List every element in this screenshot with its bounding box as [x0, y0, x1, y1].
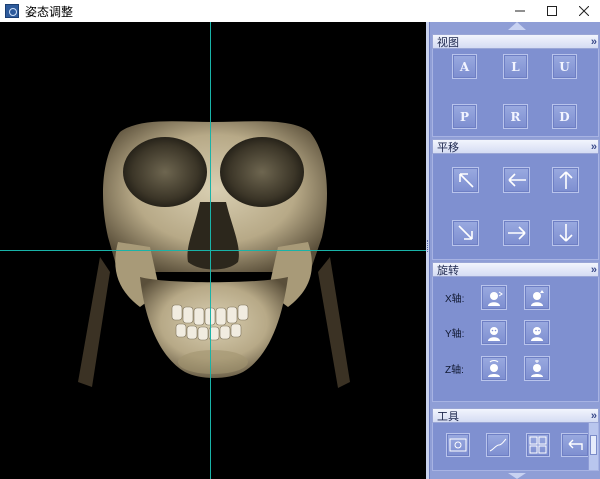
section-header-view[interactable]: 视图 »	[432, 34, 599, 49]
arrow-down-icon	[558, 224, 573, 242]
arrow-right-icon	[507, 226, 526, 240]
view-button-a[interactable]: A	[452, 54, 477, 79]
view-button-r[interactable]: R	[503, 104, 528, 129]
panel-collapse-top-icon[interactable]	[508, 22, 526, 30]
section-header-pan[interactable]: 平移 »	[432, 139, 599, 154]
chevron-double-right-icon[interactable]: »	[591, 264, 597, 276]
view-button-p[interactable]: P	[452, 104, 477, 129]
section-header-tools[interactable]: 工具 »	[432, 408, 599, 423]
title-bar: 姿态调整	[0, 0, 600, 22]
rotate-x-plus-button[interactable]	[524, 285, 550, 310]
view-button-l[interactable]: L	[503, 54, 528, 79]
section-title-rotate: 旋转	[437, 264, 459, 277]
head-rotate-y-minus-icon	[488, 326, 500, 341]
x-axis-label: X轴:	[445, 294, 465, 305]
tool-layout-button[interactable]	[526, 433, 550, 457]
z-axis-label: Z轴:	[445, 365, 464, 376]
pan-up-left-button[interactable]	[452, 167, 479, 193]
screenshot-icon	[449, 438, 467, 452]
3d-viewport[interactable]	[0, 22, 426, 479]
section-rotate: 旋转 » X轴: Y轴: Z轴:	[432, 262, 599, 402]
panel-collapse-bottom-icon[interactable]	[508, 473, 526, 479]
section-title-view: 视图	[437, 36, 459, 49]
pan-down-button[interactable]	[552, 220, 579, 246]
maximize-button[interactable]	[536, 0, 568, 22]
pan-down-right-button[interactable]	[452, 220, 479, 246]
tools-scrollbar-thumb[interactable]	[590, 435, 597, 455]
pan-left-button[interactable]	[503, 167, 530, 193]
head-rotate-z-minus-icon	[488, 359, 500, 377]
pan-buttons	[432, 154, 599, 260]
tools-scrollbar[interactable]	[588, 423, 598, 470]
undo-icon	[568, 439, 583, 450]
rotate-z-plus-button[interactable]	[524, 356, 550, 381]
arrow-left-icon	[507, 173, 526, 187]
rotate-buttons: X轴: Y轴: Z轴:	[432, 277, 599, 402]
rotate-y-plus-button[interactable]	[524, 320, 550, 345]
close-button[interactable]	[568, 0, 600, 22]
pan-up-button[interactable]	[552, 167, 579, 193]
rotate-y-minus-button[interactable]	[481, 320, 507, 345]
head-rotate-z-plus-icon	[531, 359, 543, 377]
rotate-z-minus-button[interactable]	[481, 356, 507, 381]
window-title: 姿态调整	[25, 4, 74, 19]
head-rotate-x-plus-icon	[531, 289, 544, 306]
control-panel: 视图 » A L U P R D 平移 » 旋转 » X轴: Y轴: Z轴: 工…	[429, 22, 600, 479]
view-button-d[interactable]: D	[552, 104, 577, 129]
chevron-double-right-icon[interactable]: »	[591, 36, 597, 48]
section-title-pan: 平移	[437, 141, 459, 154]
arrow-up-icon	[558, 171, 573, 189]
section-title-tools: 工具	[437, 410, 459, 423]
minimize-icon	[515, 10, 525, 12]
chevron-double-right-icon[interactable]: »	[591, 141, 597, 153]
chevron-double-right-icon[interactable]: »	[591, 410, 597, 422]
pan-right-button[interactable]	[503, 220, 530, 246]
head-rotate-x-minus-icon	[488, 291, 503, 306]
view-button-u[interactable]: U	[552, 54, 577, 79]
minimize-button[interactable]	[504, 0, 536, 22]
tool-screenshot-button[interactable]	[446, 433, 470, 457]
view-buttons: A L U P R D	[432, 49, 599, 137]
app-icon	[5, 4, 19, 18]
tool-undo-button[interactable]	[561, 433, 589, 457]
arrow-up-left-icon	[458, 173, 474, 188]
section-header-rotate[interactable]: 旋转 »	[432, 262, 599, 277]
curve-icon	[489, 438, 507, 452]
tool-buttons	[432, 423, 599, 471]
y-axis-label: Y轴:	[445, 329, 465, 340]
arrow-down-right-icon	[457, 225, 473, 240]
grid-layout-icon	[529, 436, 547, 454]
section-pan: 平移 »	[432, 139, 599, 260]
head-rotate-y-plus-icon	[531, 326, 543, 341]
close-icon	[579, 6, 589, 16]
section-view: 视图 » A L U P R D	[432, 34, 599, 137]
maximize-icon	[547, 6, 557, 16]
section-tools: 工具 »	[432, 408, 599, 471]
crosshair-horizontal[interactable]	[0, 250, 426, 251]
tool-curve-button[interactable]	[486, 433, 510, 457]
rotate-x-minus-button[interactable]	[481, 285, 507, 310]
window-controls	[504, 0, 600, 22]
